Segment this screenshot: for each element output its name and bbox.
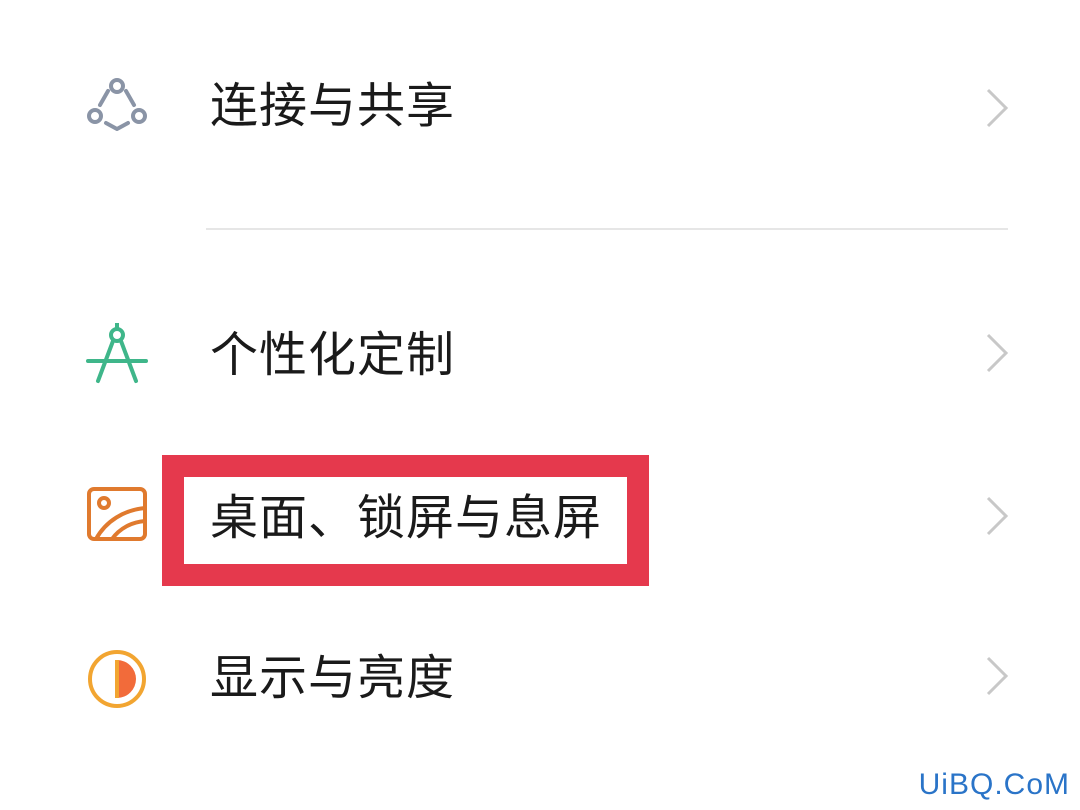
chevron-right-icon xyxy=(986,656,1009,696)
settings-item-personalization[interactable]: 个性化定制 xyxy=(0,305,1080,405)
settings-item-connection-sharing[interactable]: 连接与共享 xyxy=(0,60,1080,160)
wallpaper-icon xyxy=(87,487,147,541)
chevron-right-icon xyxy=(986,88,1009,128)
settings-item-label: 连接与共享 xyxy=(210,78,456,134)
settings-item-label: 个性化定制 xyxy=(210,327,456,383)
chevron-right-icon xyxy=(986,333,1009,373)
chevron-right-icon xyxy=(986,496,1009,536)
compass-icon xyxy=(86,323,148,383)
highlight-box xyxy=(162,455,649,586)
section-divider xyxy=(206,228,1008,230)
share-connect-icon xyxy=(87,78,147,131)
settings-item-label: 显示与亮度 xyxy=(210,650,456,706)
settings-item-display-brightness[interactable]: 显示与亮度 xyxy=(0,628,1080,728)
watermark: UiBQ.CoM xyxy=(918,768,1070,801)
brightness-icon xyxy=(88,650,146,708)
